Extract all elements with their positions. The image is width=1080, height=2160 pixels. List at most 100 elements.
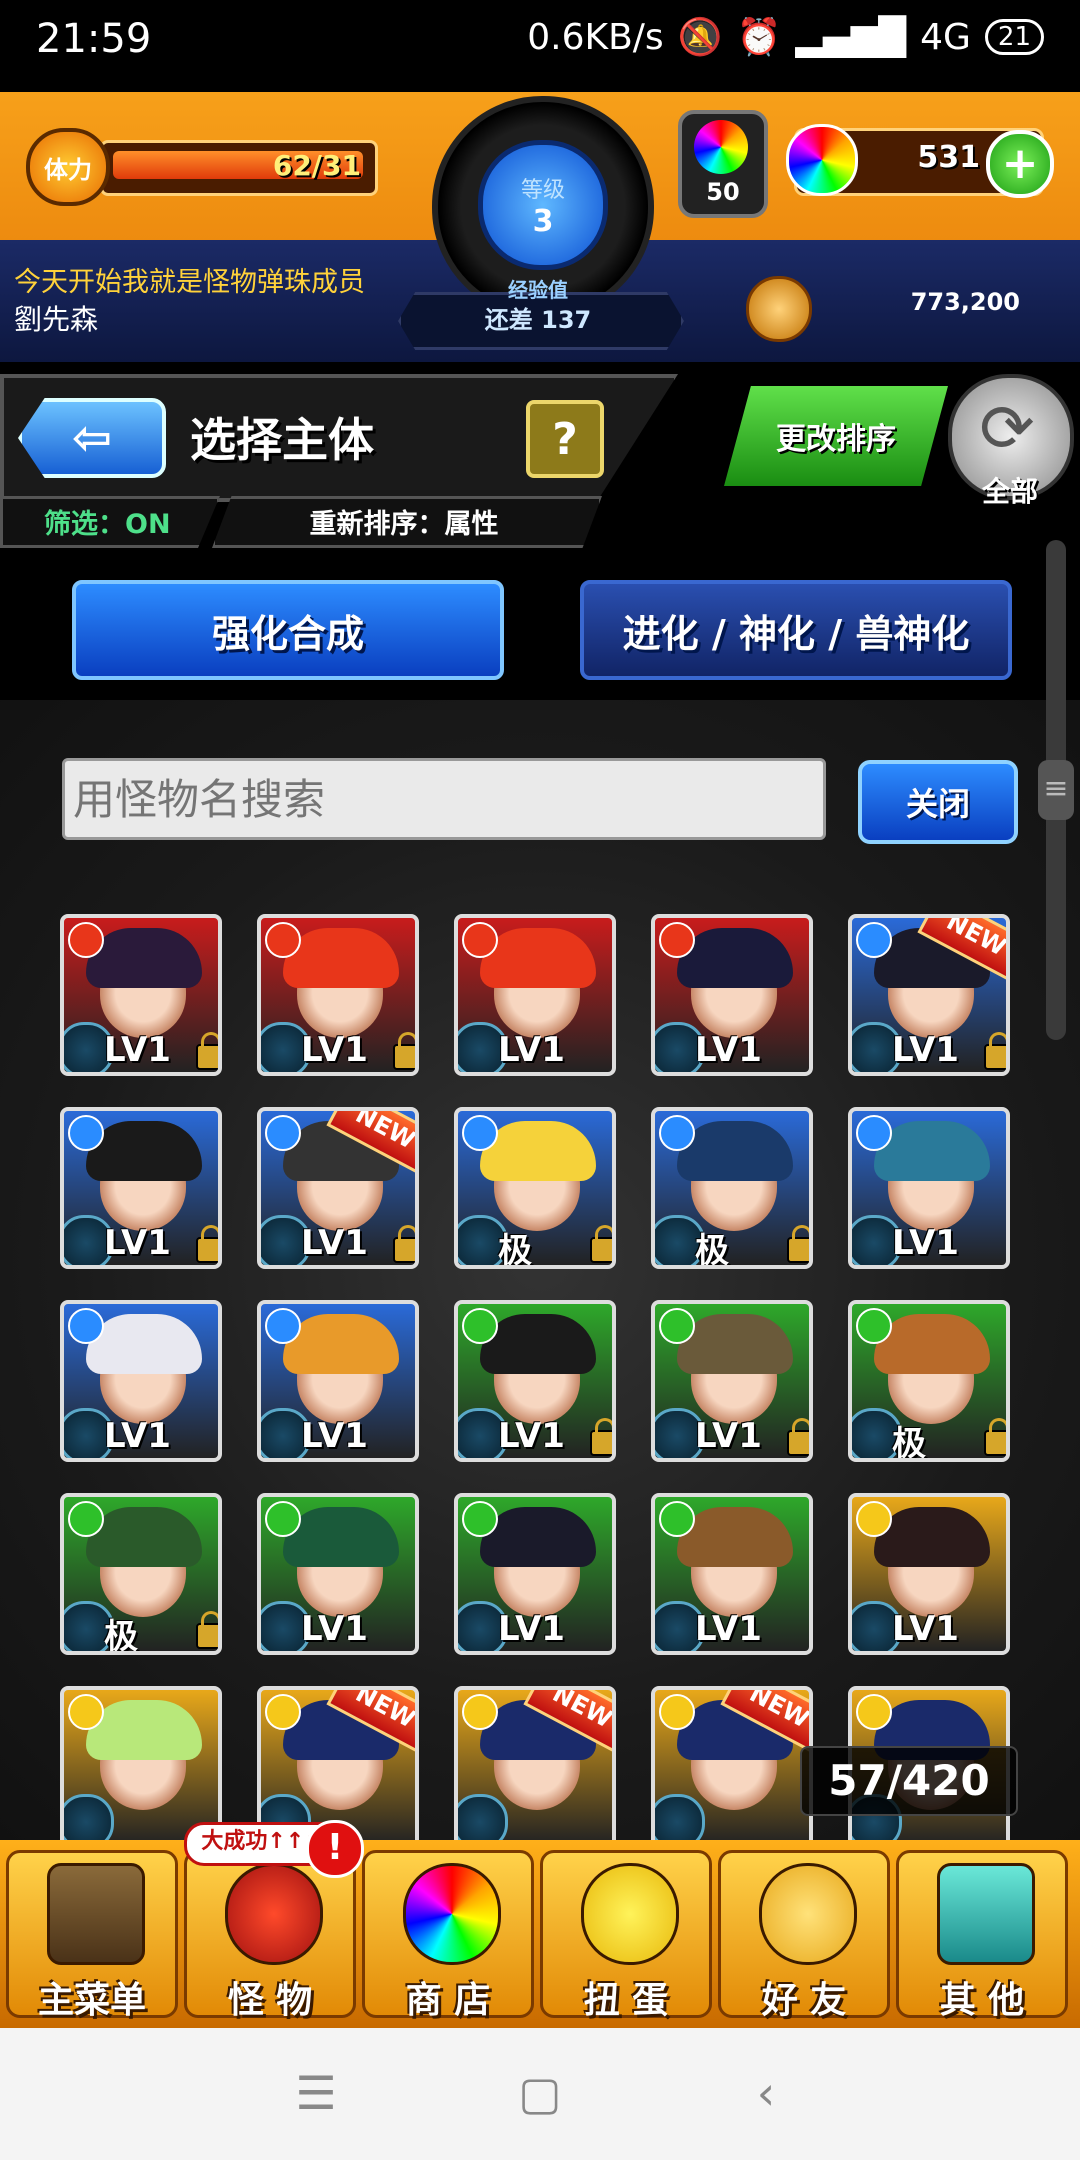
- player-motto: 今天开始我就是怪物弹珠成员: [14, 267, 365, 298]
- lock-icon: [196, 1032, 218, 1070]
- network-type: 4G: [920, 16, 971, 58]
- orb-stock-icon[interactable]: 50: [678, 110, 768, 218]
- monster-card[interactable]: LV1: [454, 914, 616, 1076]
- monster-card[interactable]: NEW: [454, 1686, 616, 1848]
- monster-level: LV1: [301, 1416, 368, 1456]
- monster-level: LV1: [892, 1223, 959, 1263]
- sort-status[interactable]: 重新排序：属性: [212, 502, 596, 541]
- water-attribute-icon: [265, 1115, 301, 1151]
- monster-icon: [225, 1863, 323, 1965]
- monster-level: LV1: [498, 1416, 565, 1456]
- light-attribute-icon: [659, 1694, 695, 1730]
- net-speed: 0.6KB/s: [527, 16, 664, 58]
- back-icon[interactable]: ‹: [736, 2068, 796, 2118]
- buy-gems-button[interactable]: +: [986, 130, 1054, 198]
- tab-power-up[interactable]: 强化合成: [72, 580, 504, 680]
- back-arrow-icon: ⇦: [71, 410, 113, 466]
- nav-button-question[interactable]: 其 他: [896, 1850, 1068, 2021]
- monster-card[interactable]: LV1: [60, 914, 222, 1076]
- close-search-button[interactable]: 关闭: [858, 760, 1018, 844]
- monster-card[interactable]: LV1: [848, 1107, 1010, 1269]
- monster-level: LV1: [498, 1609, 565, 1649]
- monster-level: LV1: [498, 1030, 565, 1070]
- home-icon[interactable]: ▢: [510, 2068, 570, 2118]
- monster-card[interactable]: LV1: [651, 914, 813, 1076]
- coin-icon: [746, 276, 812, 342]
- egg-icon: [581, 1863, 679, 1965]
- monster-level: LV1: [892, 1609, 959, 1649]
- monster-card[interactable]: LV1: [257, 1493, 419, 1655]
- wood-attribute-icon: [68, 1501, 104, 1537]
- refresh-all-label: 全部: [981, 475, 1038, 508]
- monster-level: LV1: [695, 1416, 762, 1456]
- water-attribute-icon: [265, 1308, 301, 1344]
- lock-icon: [393, 1225, 415, 1263]
- wood-attribute-icon: [265, 1501, 301, 1537]
- monster-card[interactable]: LV1: [651, 1300, 813, 1462]
- monster-card[interactable]: 极: [651, 1107, 813, 1269]
- orb-count: 50: [706, 178, 740, 206]
- monster-level: LV1: [301, 1609, 368, 1649]
- monster-level: LV1: [301, 1030, 368, 1070]
- tab-evolve[interactable]: 进化 / 神化 / 兽神化: [580, 580, 1012, 680]
- water-attribute-icon: [856, 922, 892, 958]
- filter-toggle[interactable]: 筛选：ON: [44, 502, 171, 541]
- alert-icon: !: [306, 1820, 364, 1878]
- monster-card[interactable]: LV1: [454, 1300, 616, 1462]
- change-sort-button[interactable]: 更改排序: [724, 386, 948, 486]
- exp-label: 经验值: [508, 278, 568, 302]
- lock-icon: [393, 1032, 415, 1070]
- lock-icon: [787, 1225, 809, 1263]
- fire-attribute-icon: [265, 922, 301, 958]
- level-badge[interactable]: 等级 3: [478, 140, 608, 270]
- nav-button-orb[interactable]: 商 店: [362, 1850, 534, 2021]
- monster-card[interactable]: LV1 NEW: [848, 914, 1010, 1076]
- nav-button-egg[interactable]: 扭 蛋: [540, 1850, 712, 2021]
- monster-level: LV1: [892, 1030, 959, 1070]
- stamina-bar[interactable]: 62/31: [100, 140, 378, 196]
- orb-icon: [403, 1863, 501, 1965]
- nav-button-gate[interactable]: 主菜单: [6, 1850, 178, 2021]
- monster-card[interactable]: LV1: [257, 914, 419, 1076]
- monster-card[interactable]: LV1 NEW: [257, 1107, 419, 1269]
- clock: 21:59: [36, 16, 152, 62]
- monster-card[interactable]: LV1: [60, 1300, 222, 1462]
- signal-icon: ▂▄▆█: [795, 16, 907, 58]
- light-attribute-icon: [462, 1694, 498, 1730]
- monster-card[interactable]: LV1: [60, 1107, 222, 1269]
- light-attribute-icon: [856, 1694, 892, 1730]
- water-attribute-icon: [659, 1115, 695, 1151]
- monster-level: 极: [104, 1617, 138, 1655]
- monster-card[interactable]: LV1: [651, 1493, 813, 1655]
- nav-label: 商 店: [405, 1980, 491, 2021]
- monster-level: 极: [498, 1231, 532, 1269]
- back-button[interactable]: ⇦: [18, 398, 166, 478]
- scrollbar-thumb[interactable]: ≡: [1038, 760, 1074, 820]
- monster-card[interactable]: LV1: [454, 1493, 616, 1655]
- monster-card[interactable]: 极: [848, 1300, 1010, 1462]
- monster-card[interactable]: LV1: [257, 1300, 419, 1462]
- monster-card[interactable]: 极: [454, 1107, 616, 1269]
- water-attribute-icon: [462, 1115, 498, 1151]
- light-attribute-icon: [265, 1694, 301, 1730]
- water-attribute-icon: [68, 1115, 104, 1151]
- monster-search-input[interactable]: [62, 758, 826, 840]
- monster-level: LV1: [301, 1223, 368, 1263]
- orb-gem-icon: [694, 120, 748, 174]
- monster-card[interactable]: NEW: [651, 1686, 813, 1848]
- nav-button-friends[interactable]: 好 友: [718, 1850, 890, 2021]
- wood-attribute-icon: [659, 1501, 695, 1537]
- monster-card[interactable]: 极: [60, 1493, 222, 1655]
- monster-level: LV1: [695, 1030, 762, 1070]
- lock-icon: [787, 1418, 809, 1456]
- nav-label: 主菜单: [37, 1980, 146, 2021]
- monster-card[interactable]: LV1: [848, 1493, 1010, 1655]
- help-button[interactable]: ?: [526, 400, 604, 478]
- battery-icon: 21: [984, 19, 1044, 55]
- stamina-value: 62/31: [272, 149, 361, 182]
- mute-icon: 🔕: [677, 17, 723, 58]
- question-icon: [937, 1863, 1035, 1965]
- status-indicators: 0.6KB/s 🔕 ⏰ ▂▄▆█ 4G 21: [527, 16, 1044, 58]
- coin-count: 773,200: [910, 288, 1020, 316]
- menu-icon[interactable]: ☰: [286, 2068, 346, 2118]
